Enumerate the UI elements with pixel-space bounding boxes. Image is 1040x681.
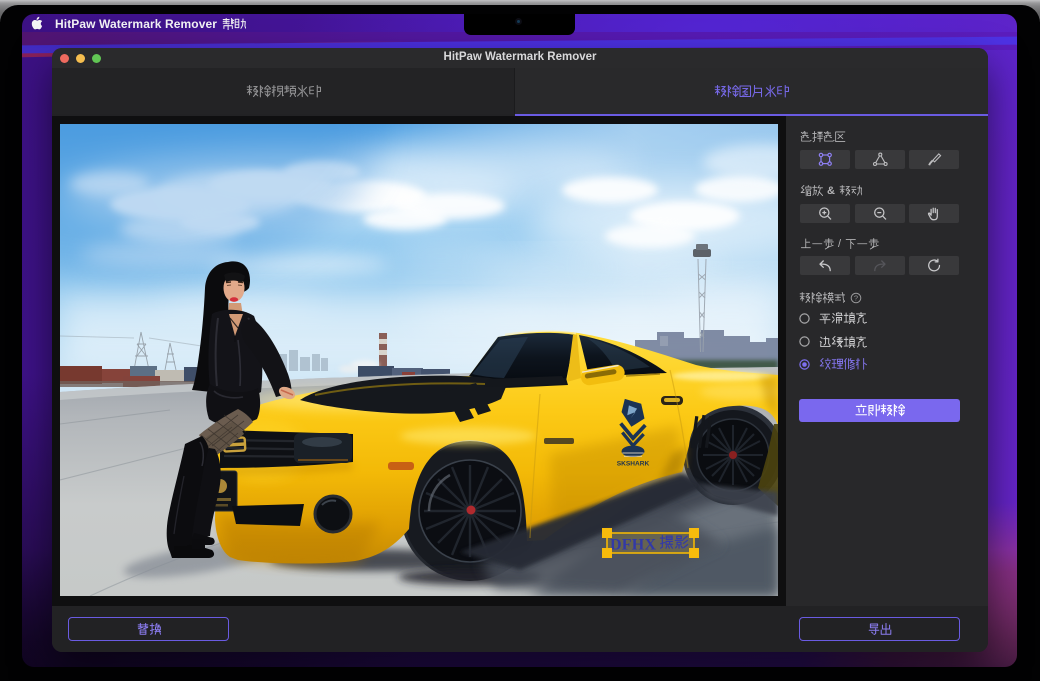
- svg-text:?: ?: [854, 294, 858, 303]
- svg-text:SKSHARK: SKSHARK: [617, 460, 650, 467]
- svg-text:DFHX: DFHX: [610, 537, 656, 554]
